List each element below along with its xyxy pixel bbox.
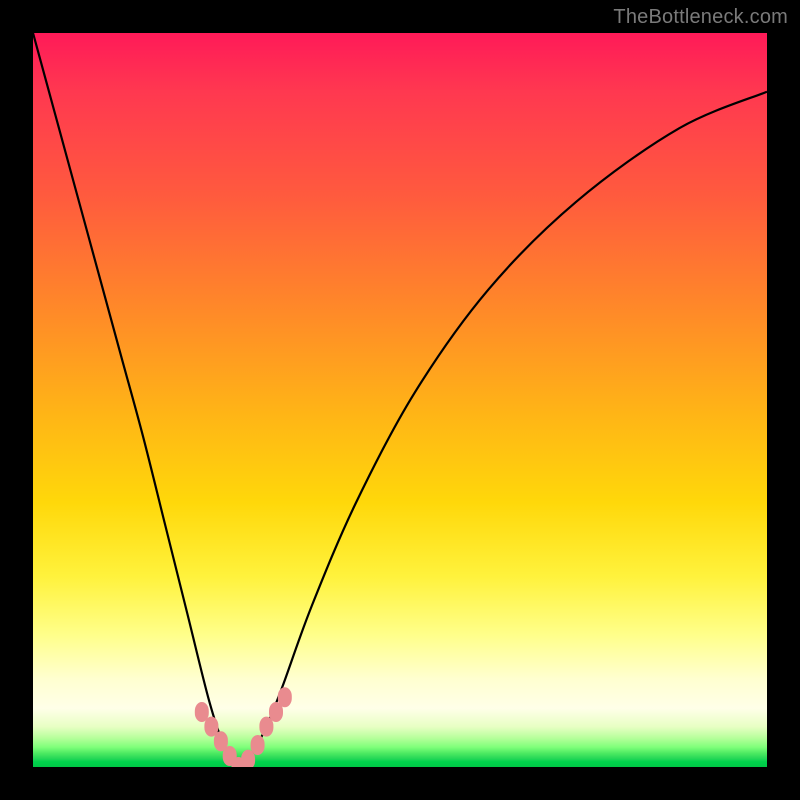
highlight-marker	[251, 735, 265, 755]
watermark-text: TheBottleneck.com	[613, 6, 788, 29]
bottleneck-curve	[33, 33, 767, 767]
highlight-marker	[278, 687, 292, 707]
curve-layer	[33, 33, 767, 767]
plot-area	[33, 33, 767, 767]
chart-frame: TheBottleneck.com	[0, 0, 800, 800]
